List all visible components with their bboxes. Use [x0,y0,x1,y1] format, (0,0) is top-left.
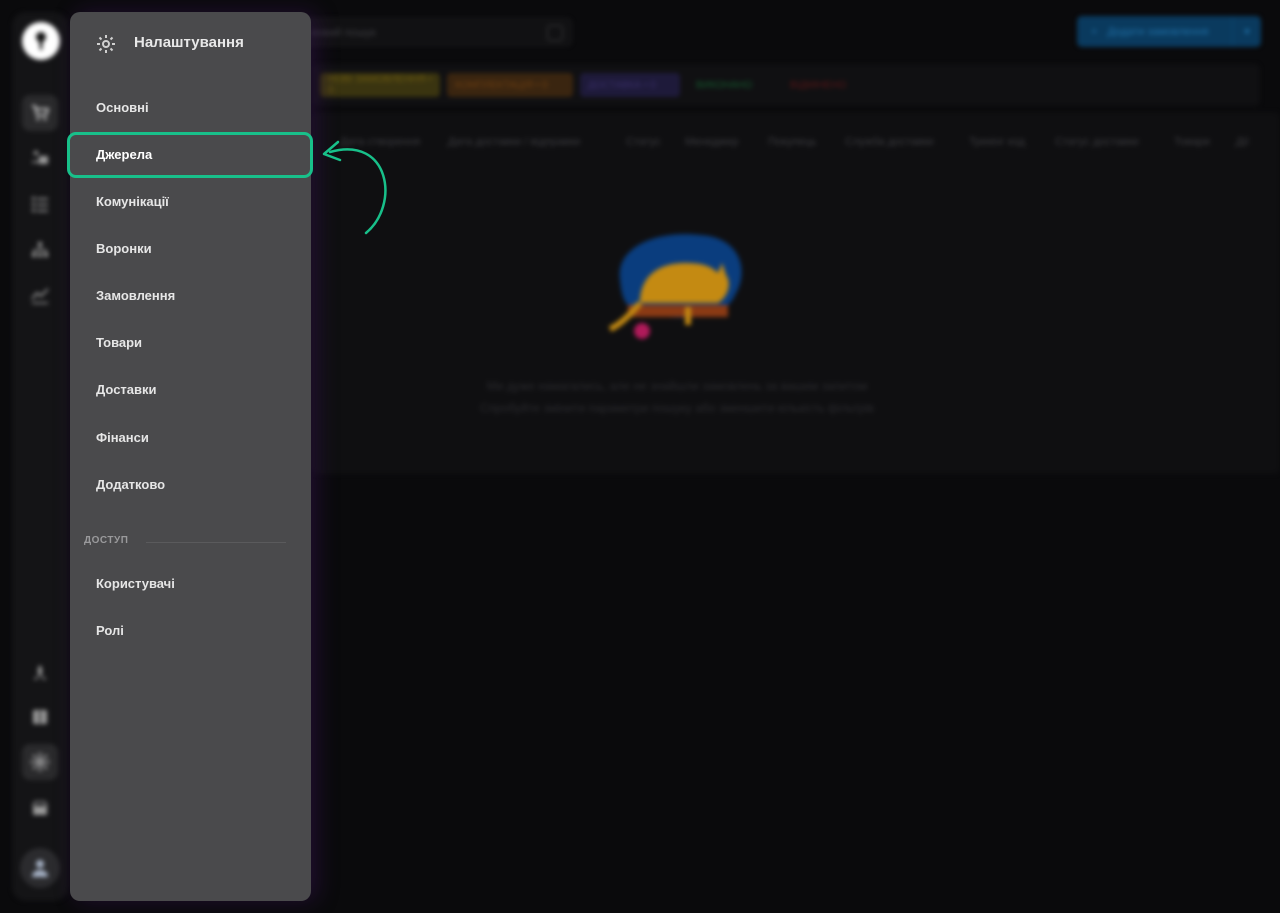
column-header[interactable]: Товари [1174,136,1210,148]
settings-item-funnels[interactable]: Воронки [96,241,152,256]
hierarchy-icon[interactable] [22,232,58,268]
settings-item-users[interactable]: Користувачі [96,576,175,591]
column-header[interactable]: Менеджер [685,136,738,148]
curved-arrow-icon [322,140,387,235]
checklist-icon[interactable] [22,186,58,222]
book-icon[interactable] [22,699,58,735]
column-header[interactable]: Статус доставки [1055,136,1139,148]
user-avatar[interactable] [20,848,60,888]
column-header[interactable]: Служба доставки [845,136,934,148]
status-chip-done[interactable]: ВИКОНАНО [688,73,774,97]
column-header[interactable]: Покупець [768,136,817,148]
status-chip-delivery[interactable]: ДОСТАВКА • 0 [580,73,680,97]
empty-state-line-1: Ми дуже намагались, але не знайшли замов… [486,379,868,393]
section-label-access: ДОСТУП [84,535,129,546]
create-order-button[interactable]: + Додати замовлення ▾ [1077,16,1261,47]
create-order-label: Додати замовлення [1107,25,1209,38]
search-input[interactable]: иовий пошук [300,18,572,46]
rocket-icon[interactable] [22,655,58,691]
sleeping-cat-illustration [608,234,742,339]
status-chip-cancelled[interactable]: ВІДМІНЕНО [782,73,868,97]
section-divider [146,542,286,543]
column-header[interactable]: Трекінг код [969,136,1025,148]
settings-item-products[interactable]: Товари [96,335,142,350]
settings-item-communications[interactable]: Комунікації [96,194,169,209]
settings-item-basic[interactable]: Основні [96,100,149,115]
store-icon[interactable] [22,790,58,826]
column-header[interactable]: Дії [1236,136,1249,148]
settings-item-sources[interactable]: Джерела [96,147,152,162]
hand-box-icon[interactable] [22,140,58,176]
search-placeholder: иовий пошук [311,27,376,39]
settings-item-orders[interactable]: Замовлення [96,288,175,303]
chevron-down-icon[interactable]: ▾ [1232,16,1261,47]
gear-icon [97,35,115,53]
status-chip-new[interactable]: НОВІ ЗАМОВЛЕННЯ • 0 [320,73,440,97]
panel-title: Налаштування [134,34,244,51]
settings-item-deliveries[interactable]: Доставки [96,382,157,397]
status-chip-packing[interactable]: КОМПЛЕКТАЦІЯ • 0 [447,73,573,97]
empty-state-line-2: Спробуйте змінити параметри пошуку або з… [480,401,874,415]
column-header[interactable]: Дата доставки / відправки [448,136,580,148]
settings-item-finance[interactable]: Фінанси [96,430,149,445]
orders-table [312,112,1280,474]
app-logo[interactable] [22,22,60,60]
cart-icon[interactable] [22,95,58,131]
plus-icon: + [1091,25,1098,38]
column-header[interactable]: Статус [626,136,661,148]
settings-item-additional[interactable]: Додатково [96,477,165,492]
settings-item-roles[interactable]: Ролі [96,623,124,638]
calculator-icon[interactable] [547,25,563,41]
settings-icon[interactable] [22,744,58,780]
analytics-icon[interactable] [22,277,58,313]
